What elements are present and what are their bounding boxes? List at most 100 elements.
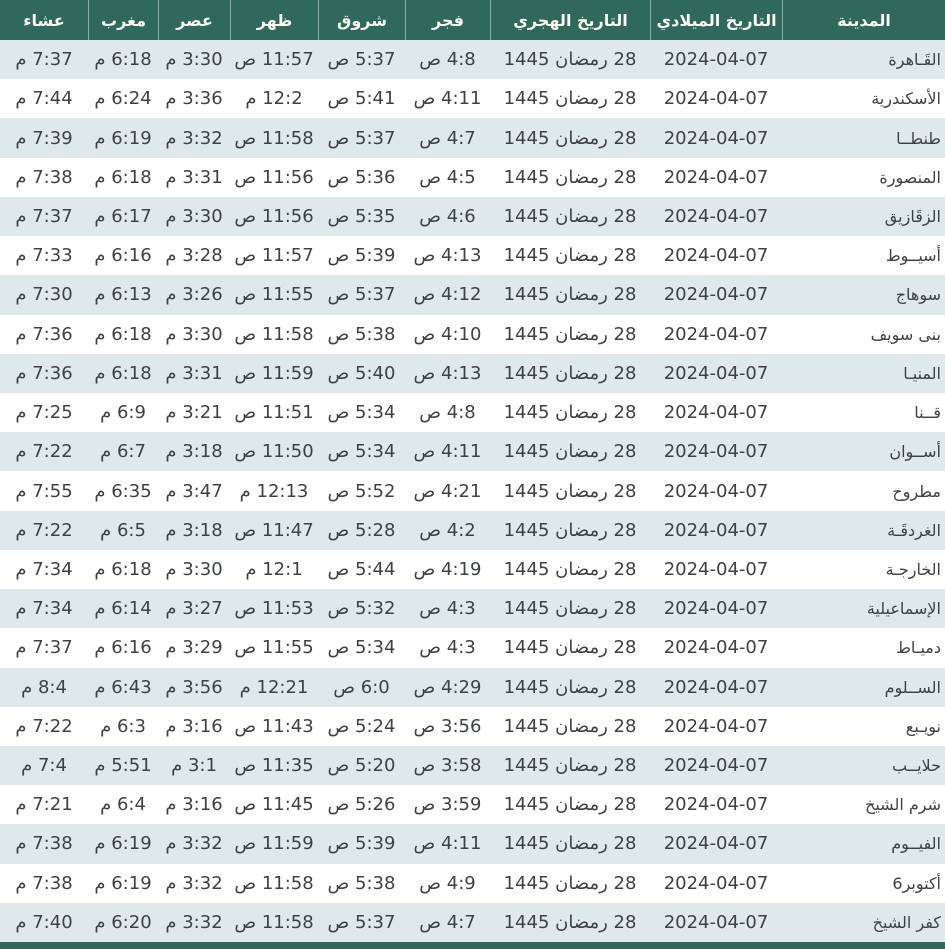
asr-time-cell: 3:21 م — [165, 402, 223, 424]
city-cell: الســلوم — [884, 677, 941, 697]
shurooq-time-cell: 5:24 ص — [327, 715, 396, 737]
gregorian-date-cell: 2024-04-07 — [663, 362, 769, 384]
city-cell: الفيــوم — [891, 834, 941, 854]
table-row: أســوان 2024-04-07 28 رمضان 1445 4:11 ص … — [0, 432, 945, 472]
maghrib-time-cell: 6:7 م — [100, 441, 146, 463]
gregorian-date-cell: 2024-04-07 — [663, 49, 769, 71]
table-row: الغردقَـة 2024-04-07 28 رمضان 1445 4:2 ص… — [0, 510, 945, 550]
shurooq-time-cell: 5:34 ص — [327, 637, 396, 659]
asr-time-cell: 3:32 م — [165, 833, 223, 855]
fajr-time-cell: 4:11 ص — [413, 88, 482, 110]
shurooq-time-cell: 6:0 ص — [333, 676, 390, 698]
dhuhr-time-cell: 12:1 م — [245, 558, 303, 580]
dhuhr-time-cell: 11:58 ص — [234, 323, 314, 345]
city-cell: حلايــب — [892, 756, 941, 776]
table-body: القَـاهرة 2024-04-07 28 رمضان 1445 4:8 ص… — [0, 40, 945, 943]
hijri-date-cell: 28 رمضان 1445 — [503, 833, 637, 855]
isha-time-cell: 8:4 م — [21, 676, 67, 698]
prayer-times-table: المدينة التاريخ الميلادي التاريخ الهجري … — [0, 0, 945, 949]
asr-time-cell: 3:29 م — [165, 637, 223, 659]
isha-time-cell: 7:36 م — [15, 323, 73, 345]
shurooq-time-cell: 5:28 ص — [327, 519, 396, 541]
maghrib-time-cell: 6:20 م — [94, 911, 152, 933]
shurooq-time-cell: 5:20 ص — [327, 755, 396, 777]
table-header-row: المدينة التاريخ الميلادي التاريخ الهجري … — [0, 0, 945, 40]
maghrib-time-cell: 6:5 م — [100, 519, 146, 541]
hijri-date-cell: 28 رمضان 1445 — [503, 166, 637, 188]
asr-time-cell: 3:31 م — [165, 166, 223, 188]
dhuhr-time-cell: 11:50 ص — [234, 441, 314, 463]
fajr-time-cell: 4:11 ص — [413, 441, 482, 463]
shurooq-time-cell: 5:39 ص — [327, 833, 396, 855]
fajr-time-cell: 4:29 ص — [413, 676, 482, 698]
shurooq-time-cell: 5:39 ص — [327, 245, 396, 267]
hijri-date-cell: 28 رمضان 1445 — [503, 127, 637, 149]
gregorian-date-cell: 2024-04-07 — [663, 911, 769, 933]
column-header-maghrib: مغرب — [88, 0, 158, 40]
table-row: الزقَازيق 2024-04-07 28 رمضان 1445 4:6 ص… — [0, 196, 945, 237]
city-cell: المنصورة — [879, 167, 941, 187]
fajr-time-cell: 4:3 ص — [419, 598, 476, 620]
asr-time-cell: 3:31 م — [165, 362, 223, 384]
city-cell: أكتوبر6 — [892, 873, 941, 893]
fajr-time-cell: 4:13 ص — [413, 362, 482, 384]
gregorian-date-cell: 2024-04-07 — [663, 637, 769, 659]
isha-time-cell: 7:55 م — [15, 480, 73, 502]
shurooq-time-cell: 5:38 ص — [327, 872, 396, 894]
city-cell: مطروح — [892, 481, 941, 501]
table-row: دميـاط 2024-04-07 28 رمضان 1445 4:3 ص 5:… — [0, 628, 945, 668]
maghrib-time-cell: 6:19 م — [94, 127, 152, 149]
hijri-date-cell: 28 رمضان 1445 — [503, 911, 637, 933]
fajr-time-cell: 4:7 ص — [419, 911, 476, 933]
asr-time-cell: 3:16 م — [165, 715, 223, 737]
dhuhr-time-cell: 11:56 ص — [234, 205, 314, 227]
hijri-date-cell: 28 رمضان 1445 — [503, 88, 637, 110]
table-row: الأسكندرية 2024-04-07 28 رمضان 1445 4:11… — [0, 79, 945, 119]
asr-time-cell: 3:30 م — [165, 558, 223, 580]
hijri-date-cell: 28 رمضان 1445 — [503, 637, 637, 659]
hijri-date-cell: 28 رمضان 1445 — [503, 598, 637, 620]
gregorian-date-cell: 2024-04-07 — [663, 872, 769, 894]
maghrib-time-cell: 6:14 م — [94, 598, 152, 620]
table-row: القَـاهرة 2024-04-07 28 رمضان 1445 4:8 ص… — [0, 40, 945, 80]
dhuhr-time-cell: 11:59 ص — [234, 362, 314, 384]
hijri-date-cell: 28 رمضان 1445 — [503, 284, 637, 306]
dhuhr-time-cell: 11:47 ص — [234, 519, 314, 541]
gregorian-date-cell: 2024-04-07 — [663, 127, 769, 149]
isha-time-cell: 7:37 م — [15, 205, 73, 227]
dhuhr-time-cell: 11:43 ص — [234, 715, 314, 737]
isha-time-cell: 7:38 م — [15, 833, 73, 855]
city-cell: المنيـا — [903, 363, 941, 383]
fajr-time-cell: 4:8 ص — [419, 402, 476, 424]
hijri-date-cell: 28 رمضان 1445 — [503, 480, 637, 502]
gregorian-date-cell: 2024-04-07 — [663, 441, 769, 463]
asr-time-cell: 3:32 م — [165, 127, 223, 149]
shurooq-time-cell: 5:41 ص — [327, 88, 396, 110]
asr-time-cell: 3:56 م — [165, 676, 223, 698]
dhuhr-time-cell: 11:55 ص — [234, 637, 314, 659]
fajr-time-cell: 3:59 ص — [413, 794, 482, 816]
shurooq-time-cell: 5:52 ص — [327, 480, 396, 502]
isha-time-cell: 7:37 م — [15, 49, 73, 71]
dhuhr-time-cell: 12:21 م — [239, 676, 309, 698]
city-cell: نويـبع — [905, 716, 941, 736]
table-row: الخارجـة 2024-04-07 28 رمضان 1445 4:19 ص… — [0, 549, 945, 590]
table-row: الســلوم 2024-04-07 28 رمضان 1445 4:29 ص… — [0, 667, 945, 707]
dhuhr-time-cell: 11:56 ص — [234, 166, 314, 188]
column-header-isha: عشاء — [23, 10, 65, 30]
table-footer-bar — [0, 942, 945, 949]
shurooq-time-cell: 5:38 ص — [327, 323, 396, 345]
city-cell: الغردقَـة — [887, 520, 941, 540]
fajr-time-cell: 4:19 ص — [413, 558, 482, 580]
maghrib-time-cell: 6:19 م — [94, 833, 152, 855]
table-row: بنى سويف 2024-04-07 28 رمضان 1445 4:10 ص… — [0, 314, 945, 354]
maghrib-time-cell: 6:16 م — [94, 637, 152, 659]
hijri-date-cell: 28 رمضان 1445 — [503, 362, 637, 384]
column-header-fajr: فجر — [405, 0, 490, 40]
city-cell: سوهاج — [895, 285, 941, 305]
asr-time-cell: 3:26 م — [165, 284, 223, 306]
hijri-date-cell: 28 رمضان 1445 — [503, 49, 637, 71]
hijri-date-cell: 28 رمضان 1445 — [503, 245, 637, 267]
column-header-hijri-date: التاريخ الهجري — [490, 0, 650, 40]
table-row: كفر الشيخ 2024-04-07 28 رمضان 1445 4:7 ص… — [0, 902, 945, 943]
